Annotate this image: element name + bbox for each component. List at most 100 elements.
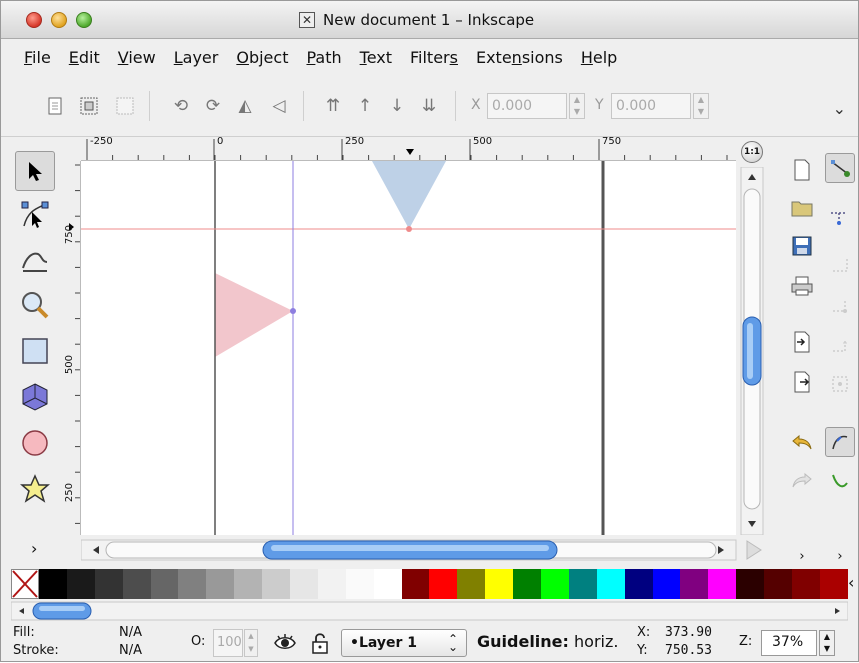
raise-icon[interactable]: ↑ — [353, 94, 377, 118]
rectangle-tool-icon[interactable] — [15, 331, 55, 371]
commands-more-chevron-icon[interactable]: › — [787, 541, 817, 571]
color-swatch[interactable] — [94, 569, 123, 599]
select-all-icon[interactable] — [43, 94, 67, 118]
color-swatch[interactable] — [736, 569, 765, 599]
vertical-scrollbar[interactable] — [739, 166, 765, 536]
color-swatch[interactable] — [150, 569, 179, 599]
close-window-button[interactable] — [26, 12, 42, 28]
opacity-input[interactable]: 100 — [213, 629, 243, 657]
snap-paths-icon[interactable] — [825, 465, 855, 495]
color-swatch[interactable] — [792, 569, 820, 599]
color-swatch[interactable] — [596, 569, 625, 599]
3d-box-tool-icon[interactable] — [15, 377, 55, 417]
color-swatch[interactable] — [39, 569, 67, 599]
flip-horizontal-icon[interactable]: ◭ — [233, 94, 257, 118]
stroke-value[interactable]: N/A — [119, 643, 142, 658]
save-icon[interactable] — [787, 231, 817, 261]
horizontal-ruler[interactable]: -250 0 250 500 750 — [81, 137, 736, 161]
palette-menu-chevron-icon[interactable]: ‹ — [848, 573, 854, 592]
snap-bbox-icon[interactable] — [825, 201, 855, 231]
raise-to-top-icon[interactable]: ⇈ — [321, 94, 345, 118]
color-swatch[interactable] — [819, 569, 848, 599]
print-icon[interactable] — [787, 271, 817, 301]
deselect-icon[interactable] — [113, 94, 137, 118]
blue-triangle[interactable] — [372, 161, 446, 229]
color-swatch[interactable] — [66, 569, 95, 599]
lower-icon[interactable]: ↓ — [385, 94, 409, 118]
ellipse-tool-icon[interactable] — [15, 423, 55, 463]
color-swatch[interactable] — [652, 569, 681, 599]
open-folder-icon[interactable] — [787, 193, 817, 223]
opacity-spinner[interactable]: ▲ ▼ — [244, 629, 258, 657]
guide-anchor-vertical[interactable] — [290, 308, 296, 314]
color-swatch[interactable] — [485, 569, 514, 599]
x-coord-spinner[interactable]: ▲ ▼ — [569, 93, 585, 119]
redo-icon[interactable] — [787, 465, 817, 495]
color-swatch[interactable] — [206, 569, 235, 599]
current-layer-dropdown[interactable]: •Layer 1 ⌃ ⌄ — [341, 629, 467, 657]
fill-value[interactable]: N/A — [119, 625, 142, 640]
rotate-cw-icon[interactable]: ⟳ — [201, 94, 225, 118]
rotate-ccw-icon[interactable]: ⟲ — [169, 94, 193, 118]
snap-nodes-icon[interactable] — [825, 427, 855, 457]
color-swatch[interactable] — [317, 569, 346, 599]
pink-triangle[interactable] — [215, 273, 293, 357]
y-coord-spinner[interactable]: ▲ ▼ — [693, 93, 709, 119]
zoom-input[interactable]: 37% — [761, 630, 817, 656]
menu-path[interactable]: Path — [297, 48, 350, 67]
horizontal-scrollbar[interactable] — [80, 537, 768, 563]
menu-extensions[interactable]: Extensions — [467, 48, 572, 67]
minimize-window-button[interactable] — [51, 12, 67, 28]
menu-object[interactable]: Object — [227, 48, 297, 67]
flip-vertical-icon[interactable]: ◁ — [267, 94, 291, 118]
snap-bbox-center-icon[interactable] — [825, 369, 855, 399]
menu-edit[interactable]: Edit — [60, 48, 109, 67]
zoom-tool-icon[interactable] — [15, 285, 55, 325]
snap-bbox-corner-icon[interactable] — [825, 291, 855, 321]
tweak-tool-icon[interactable] — [15, 239, 55, 279]
y-coord-input[interactable] — [611, 93, 691, 119]
x-coord-input[interactable] — [487, 93, 567, 119]
drawing-canvas[interactable] — [81, 161, 736, 535]
menu-view[interactable]: View — [109, 48, 165, 67]
toggle-layer-visibility-icon[interactable] — [273, 631, 297, 655]
color-swatch[interactable] — [457, 569, 486, 599]
zoom-spinner[interactable]: ▲ ▼ — [819, 630, 835, 656]
undo-icon[interactable] — [787, 427, 817, 457]
export-icon[interactable] — [787, 367, 817, 397]
palette-scrollbar[interactable] — [10, 600, 849, 622]
vertical-ruler[interactable]: 750 500 250 — [61, 161, 81, 535]
node-tool-icon[interactable] — [15, 195, 55, 235]
toolbox-more-chevron-icon[interactable]: › — [31, 539, 37, 558]
color-swatch[interactable] — [290, 569, 318, 599]
select-all-layers-icon[interactable] — [77, 94, 101, 118]
star-tool-icon[interactable] — [15, 469, 55, 509]
menu-layer[interactable]: Layer — [165, 48, 228, 67]
snap-bbox-midpoint-icon[interactable] — [825, 331, 855, 361]
snap-bbox-edge-icon[interactable] — [825, 249, 855, 279]
menu-file[interactable]: File — [15, 48, 60, 67]
color-swatch[interactable] — [178, 569, 207, 599]
guide-anchor-horizontal[interactable] — [406, 226, 412, 232]
maximize-window-button[interactable] — [76, 12, 92, 28]
selector-tool-icon[interactable] — [15, 151, 55, 191]
menu-filters[interactable]: Filters — [401, 48, 467, 67]
color-swatch[interactable] — [680, 569, 709, 599]
menu-help[interactable]: Help — [572, 48, 626, 67]
color-swatch[interactable] — [234, 569, 263, 599]
snap-enable-icon[interactable] — [825, 153, 855, 183]
new-document-icon[interactable] — [787, 155, 817, 185]
color-swatch[interactable] — [624, 569, 653, 599]
color-swatch[interactable] — [513, 569, 542, 599]
no-paint-swatch[interactable] — [11, 569, 39, 599]
toggle-layer-lock-icon[interactable] — [310, 631, 330, 655]
color-swatch[interactable] — [429, 569, 458, 599]
toolbar-overflow-chevron-icon[interactable]: ⌄ — [833, 99, 846, 118]
zoom-1-to-1-button[interactable]: 1:1 — [736, 137, 768, 167]
color-swatch[interactable] — [541, 569, 569, 599]
color-swatch[interactable] — [401, 569, 430, 599]
color-swatch[interactable] — [568, 569, 597, 599]
lower-to-bottom-icon[interactable]: ⇊ — [417, 94, 441, 118]
color-swatch[interactable] — [345, 569, 374, 599]
color-swatch[interactable] — [764, 569, 793, 599]
